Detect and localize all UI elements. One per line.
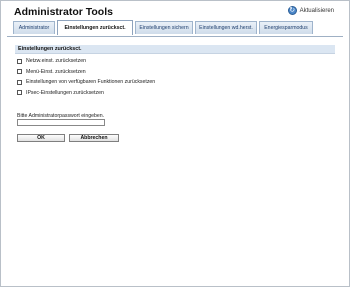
tab-bar: Administrator Einstellungen zurücksct. E… [7, 18, 343, 37]
tab-administrator[interactable]: Administrator [13, 21, 55, 34]
admin-window: Administrator Tools ↻ Aktualisieren Admi… [0, 0, 350, 287]
option-menu-reset[interactable]: Menü-Einst. zurücksetzen [17, 67, 155, 78]
tab-energy-saver[interactable]: Energiesparmodus [259, 21, 313, 34]
checkbox[interactable] [17, 69, 22, 75]
option-label: Einstellungen von verfügbaren Funktionen… [26, 79, 156, 86]
checkbox[interactable] [17, 79, 22, 85]
checkbox[interactable] [17, 58, 22, 64]
refresh-icon[interactable]: ↻ [287, 6, 297, 15]
option-label: Netzw.einst. zurücksetzen [26, 58, 86, 65]
option-label: Menü-Einst. zurücksetzen [26, 68, 86, 75]
section-header: Einstellungen zurücksct. [15, 45, 335, 54]
refresh-label[interactable]: Aktualisieren [300, 8, 334, 14]
password-field[interactable] [17, 119, 105, 126]
refresh-link[interactable]: ↻ Aktualisieren [287, 6, 334, 15]
tab-save-settings[interactable]: Einstellungen sichern [135, 21, 193, 34]
option-functions-reset[interactable]: Einstellungen von verfügbaren Funktionen… [17, 77, 155, 88]
option-label: IPsec-Einstellungen zurücksetzen [26, 89, 104, 96]
reset-options-list: Netzw.einst. zurücksetzen Menü-Einst. zu… [17, 56, 155, 98]
main-content: Einstellungen zurücksct. Netzw.einst. zu… [15, 37, 337, 277]
option-ipsec-reset[interactable]: IPsec-Einstellungen zurücksetzen [17, 88, 155, 99]
option-network-reset[interactable]: Netzw.einst. zurücksetzen [17, 56, 155, 67]
checkbox[interactable] [17, 90, 22, 96]
cancel-button[interactable]: Abbrechen [69, 134, 119, 142]
page-title: Administrator Tools [14, 6, 113, 18]
tab-restore-settings[interactable]: Einstellungen wd.herst. [195, 21, 257, 34]
tab-reset-settings[interactable]: Einstellungen zurücksct. [57, 20, 133, 35]
ok-button[interactable]: OK [17, 134, 65, 142]
title-bar: Administrator Tools ↻ Aktualisieren [1, 1, 349, 19]
